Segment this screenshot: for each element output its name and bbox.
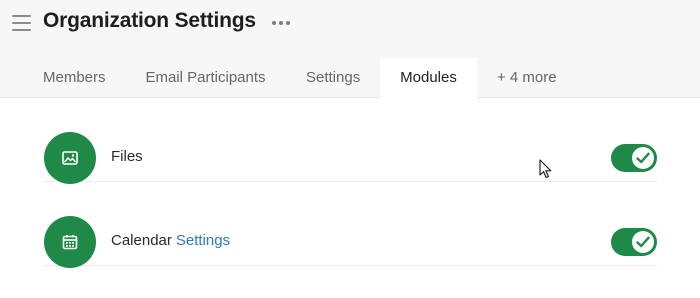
mouse-cursor-icon bbox=[539, 159, 552, 179]
checkmark-icon bbox=[636, 152, 650, 164]
calendar-settings-link[interactable]: Settings bbox=[176, 232, 230, 249]
more-horizontal-icon[interactable] bbox=[270, 14, 292, 30]
tab-bar: Members Email Participants Settings Modu… bbox=[0, 58, 700, 99]
module-avatar bbox=[44, 216, 96, 268]
modules-panel: Files Calendar Settings bbox=[0, 98, 700, 298]
module-row-calendar: Calendar Settings bbox=[43, 182, 657, 268]
module-row-files: Files bbox=[43, 98, 657, 184]
tab-settings[interactable]: Settings bbox=[306, 58, 360, 98]
module-toggle-files[interactable] bbox=[611, 144, 657, 172]
module-label: Calendar Settings bbox=[111, 232, 230, 249]
hamburger-menu-icon[interactable] bbox=[12, 13, 32, 31]
tab-members[interactable]: Members bbox=[43, 58, 106, 98]
tab-more[interactable]: + 4 more bbox=[497, 58, 557, 98]
tab-email-participants[interactable]: Email Participants bbox=[145, 58, 266, 98]
module-name: Calendar bbox=[111, 232, 172, 249]
module-label: Files bbox=[111, 148, 143, 165]
module-toggle-calendar[interactable] bbox=[611, 228, 657, 256]
page-header: Organization Settings bbox=[0, 0, 700, 58]
tab-modules[interactable]: Modules bbox=[380, 58, 477, 99]
toggle-knob bbox=[632, 231, 654, 253]
image-icon bbox=[62, 151, 78, 165]
toggle-knob bbox=[632, 147, 654, 169]
calendar-icon bbox=[62, 235, 78, 250]
page-title: Organization Settings bbox=[43, 9, 256, 32]
module-avatar bbox=[44, 132, 96, 184]
checkmark-icon bbox=[636, 236, 650, 248]
module-name: Files bbox=[111, 148, 143, 165]
